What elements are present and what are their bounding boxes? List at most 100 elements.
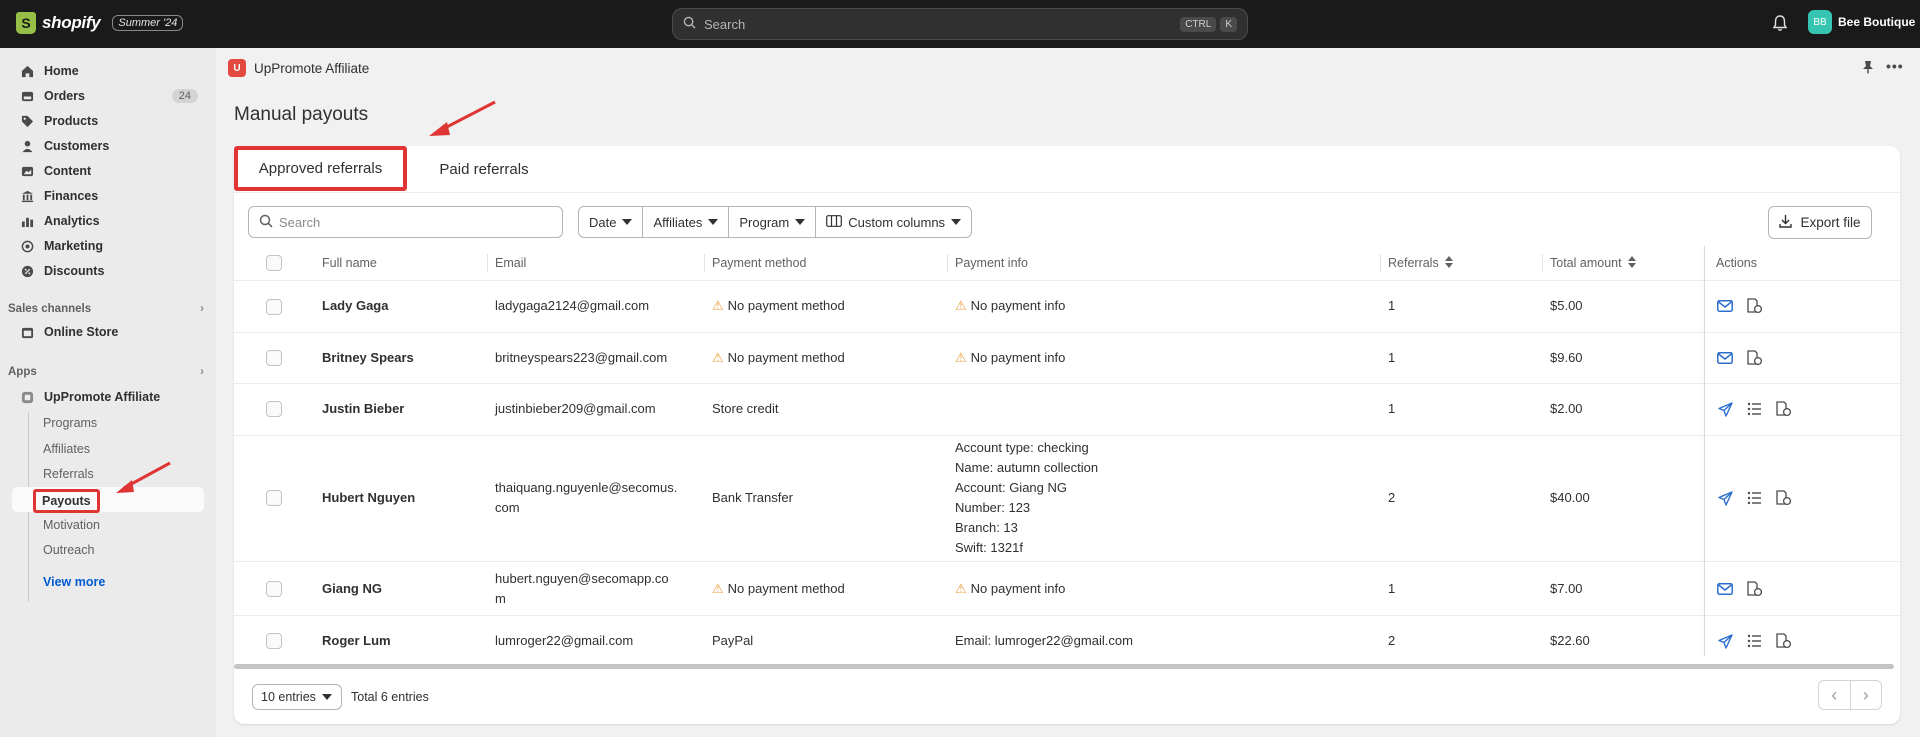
sidebar-item-uppromote[interactable]: UpPromote Affiliate [10, 385, 204, 409]
warning-icon: ⚠ [712, 581, 724, 596]
header-separator [487, 254, 488, 272]
header-full-name[interactable]: Full name [322, 246, 377, 280]
filter-custom-columns[interactable]: Custom columns [816, 207, 971, 237]
sidebar-item-analytics[interactable]: Analytics [10, 209, 204, 233]
pin-icon[interactable] [1862, 60, 1874, 77]
sidebar-item-marketing[interactable]: Marketing [10, 234, 204, 258]
sidebar-subitem-motivation[interactable]: Motivation [43, 518, 100, 532]
edition-badge[interactable]: Summer '24 [112, 15, 184, 31]
filter-affiliates[interactable]: Affiliates [643, 207, 730, 237]
sidebar-subitem-affiliates[interactable]: Affiliates [43, 442, 90, 456]
mark-paid-icon[interactable] [1745, 349, 1763, 367]
sales-channels-section[interactable]: Sales channels › [8, 303, 204, 315]
sidebar-item-discounts[interactable]: Discounts [10, 259, 204, 283]
full-name[interactable]: Hubert Nguyen [322, 488, 415, 508]
global-search[interactable]: Search CTRL K [672, 8, 1248, 40]
full-name[interactable]: Justin Bieber [322, 399, 404, 419]
chevron-right-icon: › [200, 366, 204, 378]
tag-icon [20, 114, 34, 128]
full-name[interactable]: Roger Lum [322, 631, 391, 651]
email: ladygaga2124@gmail.com [495, 298, 650, 313]
sidebar-item-content[interactable]: Content [10, 159, 204, 183]
full-name[interactable]: Giang NG [322, 579, 382, 599]
tab-approved-referrals[interactable]: Approved referrals [234, 146, 407, 191]
view-more-link[interactable]: View more [43, 575, 105, 589]
header-email[interactable]: Email [495, 246, 526, 280]
tab-paid-referrals[interactable]: Paid referrals [424, 146, 544, 192]
mail-icon[interactable] [1716, 297, 1734, 315]
row-checkbox[interactable] [266, 350, 282, 366]
shopify-logo[interactable]: S shopify Summer '24 [16, 12, 184, 34]
payment-method: ⚠ No payment method [712, 581, 845, 596]
sidebar-item-online-store[interactable]: Online Store [10, 320, 204, 344]
mark-paid-icon[interactable] [1774, 489, 1792, 507]
global-search-placeholder: Search [704, 16, 746, 32]
referrals-count: 1 [1388, 298, 1396, 313]
list-icon[interactable] [1745, 489, 1763, 507]
warning-icon: ⚠ [955, 350, 967, 365]
filter-program[interactable]: Program [729, 207, 817, 237]
mark-paid-icon[interactable] [1774, 400, 1792, 418]
sidebar-item-label: Discounts [44, 264, 105, 278]
sidebar-item-home[interactable]: Home [10, 59, 204, 83]
app-icon [20, 390, 34, 404]
email-line: com [495, 500, 520, 515]
header-total-amount[interactable]: Total amount [1550, 246, 1636, 280]
horizontal-scrollbar[interactable] [234, 664, 1894, 669]
mark-paid-icon[interactable] [1774, 632, 1792, 650]
sort-icon [1627, 255, 1636, 271]
mail-icon[interactable] [1716, 580, 1734, 598]
mark-paid-icon[interactable] [1745, 580, 1763, 598]
select-all-checkbox[interactable] [266, 255, 282, 271]
list-icon[interactable] [1745, 632, 1763, 650]
payment-method: PayPal [712, 633, 754, 648]
sidebar-subitem-outreach[interactable]: Outreach [43, 543, 94, 557]
row-checkbox[interactable] [266, 581, 282, 597]
header-separator [1542, 254, 1543, 272]
header-payment-info[interactable]: Payment info [955, 246, 1028, 280]
header-payment-method[interactable]: Payment method [712, 246, 807, 280]
mail-icon[interactable] [1716, 349, 1734, 367]
send-icon[interactable] [1716, 489, 1734, 507]
sidebar-subitem-referrals[interactable]: Referrals [43, 467, 94, 481]
caret-down-icon [708, 219, 719, 225]
full-name[interactable]: Britney Spears [322, 348, 414, 368]
sidebar-subitem-programs[interactable]: Programs [43, 416, 97, 430]
full-name[interactable]: Lady Gaga [322, 296, 388, 316]
mark-paid-icon[interactable] [1745, 297, 1763, 315]
send-icon[interactable] [1716, 632, 1734, 650]
referrals-count: 1 [1388, 350, 1396, 365]
sidebar-item-products[interactable]: Products [10, 109, 204, 133]
referrals-count: 1 [1388, 401, 1396, 416]
filter-date[interactable]: Date [579, 207, 644, 237]
sidebar-item-finances[interactable]: Finances [10, 184, 204, 208]
row-checkbox[interactable] [266, 490, 282, 506]
row-checkbox[interactable] [266, 299, 282, 315]
search-input[interactable]: Search [248, 206, 563, 238]
row-checkbox[interactable] [266, 401, 282, 417]
apps-section[interactable]: Apps › [8, 366, 204, 378]
payouts-card: Approved referrals Paid referrals Search… [234, 146, 1900, 724]
export-file-button[interactable]: Export file [1768, 206, 1872, 239]
bell-icon[interactable] [1772, 14, 1788, 35]
row-checkbox[interactable] [266, 633, 282, 649]
header-referrals[interactable]: Referrals [1388, 246, 1453, 280]
sidebar-subitem-payouts[interactable]: Payouts [33, 489, 100, 513]
sidebar-item-customers[interactable]: Customers [10, 134, 204, 158]
sidebar-item-label: UpPromote Affiliate [44, 390, 161, 404]
header-label: Referrals [1388, 256, 1439, 270]
prev-page-button[interactable]: ‹ [1819, 681, 1851, 709]
entries-select-value: 10 entries [261, 690, 316, 704]
search-icon [683, 16, 696, 32]
store-menu[interactable]: BB Bee Boutique [1808, 10, 1915, 34]
payment-info: Account type: checking Name: autumn coll… [955, 438, 1098, 558]
sidebar-item-orders[interactable]: Orders 24 [10, 84, 204, 108]
send-icon[interactable] [1716, 400, 1734, 418]
next-page-button[interactable]: › [1851, 681, 1882, 709]
home-icon [20, 64, 34, 78]
table-row: Lady Gaga ladygaga2124@gmail.com ⚠ No pay… [234, 280, 1900, 332]
entries-per-page-select[interactable]: 10 entries [252, 684, 342, 710]
header-separator [704, 254, 705, 272]
list-icon[interactable] [1745, 400, 1763, 418]
more-actions-icon[interactable]: ••• [1886, 58, 1904, 74]
